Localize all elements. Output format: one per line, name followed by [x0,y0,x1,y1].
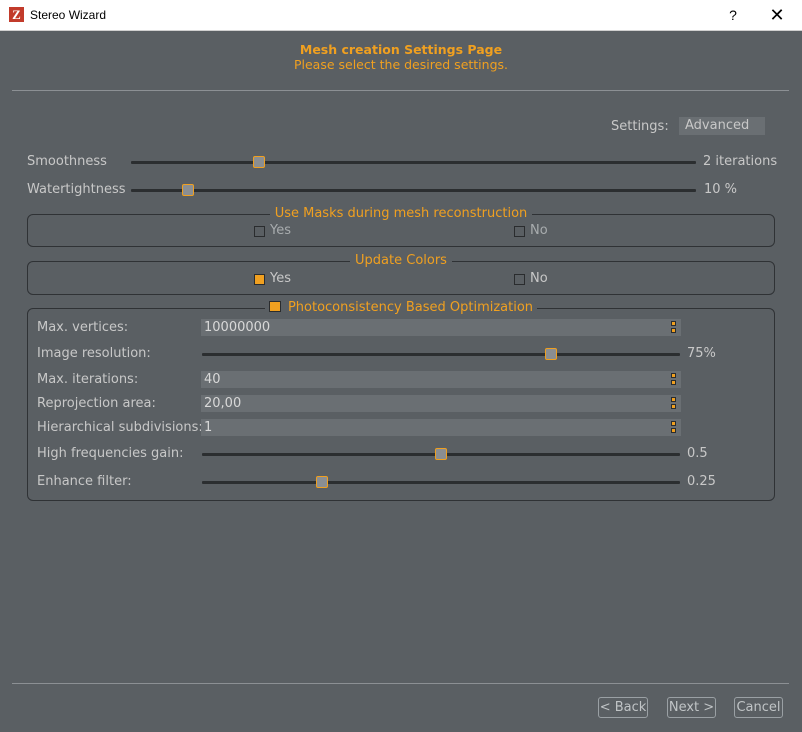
settings-label: Settings: [611,119,669,134]
photoconsistency-group-title: Photoconsistency Based Optimization [287,300,534,315]
hierarchical-subdivisions-value: 1 [204,420,213,435]
max-vertices-value: 10000000 [204,320,271,335]
colors-yes-label: Yes [270,271,291,286]
colors-group: Update Colors Yes No [27,253,775,295]
help-button[interactable]: ? [722,4,744,26]
max-vertices-spinbox[interactable]: 10000000 [201,319,681,336]
enhance-filter-value: 0.25 [687,474,716,489]
next-button[interactable]: Next > [667,697,716,718]
checkbox-box[interactable] [254,274,265,285]
masks-no-label: No [530,223,548,238]
app-logo-icon: Z [9,7,24,22]
hierarchical-subdivisions-spinbox[interactable]: 1 [201,419,681,436]
smoothness-label: Smoothness [27,154,107,169]
title-bar: Z Stereo Wizard ? ✕ [0,0,802,31]
checkbox-box[interactable] [514,274,525,285]
colors-group-title: Update Colors [350,253,452,268]
close-icon: ✕ [769,5,785,25]
slider-handle[interactable] [252,156,265,168]
max-iterations-value: 40 [204,372,221,387]
smoothness-slider[interactable] [131,155,696,169]
watertightness-label: Watertightness [27,182,126,197]
reprojection-area-value: 20,00 [204,396,242,411]
settings-preset-select[interactable]: Advanced [679,117,765,135]
checkbox-box[interactable] [254,226,265,237]
high-frequencies-gain-value: 0.5 [687,446,708,461]
image-resolution-value: 75% [687,346,716,361]
masks-group: Use Masks during mesh reconstruction Yes… [27,206,775,247]
spinner-arrows-icon[interactable] [671,373,676,386]
header-divider [12,90,789,91]
image-resolution-slider[interactable] [202,347,680,361]
masks-group-title: Use Masks during mesh reconstruction [269,206,533,221]
reprojection-area-spinbox[interactable]: 20,00 [201,395,681,412]
cancel-button[interactable]: Cancel [734,697,783,718]
page-subtitle: Please select the desired settings. [293,57,509,72]
smoothness-value: 2 iterations [703,154,778,169]
watertightness-slider[interactable] [131,183,696,197]
spinner-arrows-icon[interactable] [671,397,676,410]
slider-handle[interactable] [435,448,447,460]
max-vertices-label: Max. vertices: [37,320,129,335]
spinner-arrows-icon[interactable] [671,421,676,434]
page-title: Mesh creation Settings Page [299,42,503,57]
back-button[interactable]: < Back [598,697,648,718]
footer-divider [12,683,789,684]
slider-handle[interactable] [315,476,328,488]
image-resolution-label: Image resolution: [37,346,151,361]
photoconsistency-enable-checkbox[interactable] [268,301,281,312]
close-button[interactable]: ✕ [764,4,790,26]
watertightness-value: 10 % [704,182,738,197]
slider-handle[interactable] [544,348,557,360]
enhance-filter-slider[interactable] [202,475,680,489]
high-frequencies-gain-label: High frequencies gain: [37,446,184,461]
max-iterations-label: Max. iterations: [37,372,139,387]
window-title: Stereo Wizard [30,8,107,22]
masks-yes-label: Yes [270,223,291,238]
enhance-filter-label: Enhance filter: [37,474,132,489]
reprojection-area-label: Reprojection area: [37,396,156,411]
colors-no-label: No [530,271,548,286]
hierarchical-subdivisions-label: Hierarchical subdivisions: [37,420,203,435]
checkbox-box[interactable] [514,226,525,237]
max-iterations-spinbox[interactable]: 40 [201,371,681,388]
high-frequencies-gain-slider[interactable] [202,447,680,461]
spinner-arrows-icon[interactable] [671,321,676,334]
slider-handle[interactable] [181,184,194,196]
